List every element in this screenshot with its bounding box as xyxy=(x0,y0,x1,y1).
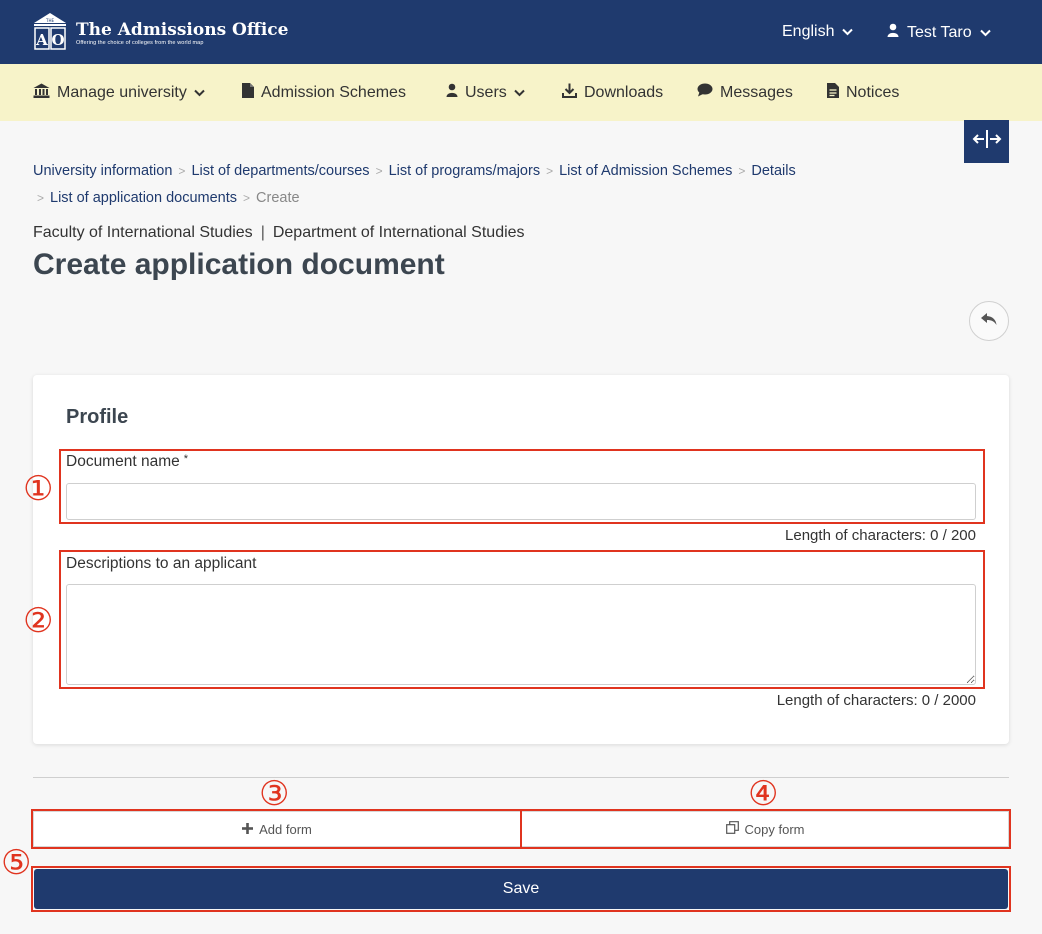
divider xyxy=(33,777,1009,778)
svg-text:O: O xyxy=(51,31,64,49)
save-button[interactable]: Save xyxy=(34,869,1008,909)
page-title: Create application document xyxy=(33,248,445,281)
breadcrumb-item[interactable]: List of Admission Schemes xyxy=(559,163,732,179)
nav-notices[interactable]: Notices xyxy=(827,83,899,103)
user-icon xyxy=(887,23,899,42)
breadcrumb-separator: > xyxy=(375,164,383,178)
horizontal-resize-icon xyxy=(972,129,1002,154)
nav-messages[interactable]: Messages xyxy=(697,83,793,102)
description-textarea[interactable] xyxy=(66,584,976,685)
download-icon xyxy=(562,83,577,103)
chevron-down-icon xyxy=(842,23,854,41)
breadcrumb-separator: > xyxy=(178,164,186,178)
copy-form-button[interactable]: Copy form xyxy=(521,811,1009,847)
back-button[interactable] xyxy=(969,301,1009,341)
breadcrumb-current: Create xyxy=(256,190,300,206)
org-context: Faculty of International Studies | Departm… xyxy=(33,224,525,242)
breadcrumb-item[interactable]: List of programs/majors xyxy=(389,163,541,179)
document-name-label: Document name * xyxy=(66,453,188,471)
document-name-counter: Length of characters: 0 / 200 xyxy=(785,527,976,544)
user-icon xyxy=(446,83,458,102)
department-name: Department of International Studies xyxy=(272,224,525,241)
app-tagline: Offering the choice of colleges from the… xyxy=(76,40,204,46)
svg-text:THE: THE xyxy=(45,18,54,23)
nav-label: Admission Schemes xyxy=(261,84,406,101)
description-counter: Length of characters: 0 / 2000 xyxy=(776,692,976,709)
breadcrumb-separator: > xyxy=(37,191,45,205)
reply-arrow-icon xyxy=(980,312,998,331)
chevron-down-icon xyxy=(514,84,525,102)
faculty-name: Faculty of International Studies xyxy=(33,224,253,241)
expand-width-button[interactable] xyxy=(964,120,1009,163)
language-dropdown[interactable]: English xyxy=(782,23,854,41)
document-name-input[interactable] xyxy=(66,483,976,520)
annotation-marker-2: ② xyxy=(23,601,54,641)
context-separator: | xyxy=(260,224,265,241)
user-name: Test Taro xyxy=(907,23,972,41)
nav-downloads[interactable]: Downloads xyxy=(562,83,663,103)
breadcrumb-item[interactable]: List of application documents xyxy=(50,190,237,206)
chat-icon xyxy=(697,83,713,102)
breadcrumb-item[interactable]: List of departments/courses xyxy=(191,163,369,179)
notice-icon xyxy=(827,83,839,103)
required-mark: * xyxy=(183,453,189,465)
copy-form-label: Copy form xyxy=(744,821,805,837)
section-title: Profile xyxy=(66,406,129,428)
nav-manage-university[interactable]: Manage university xyxy=(33,83,205,103)
breadcrumb-item[interactable]: Details xyxy=(751,163,795,179)
top-header: A O THE The Admissions Office Offering t… xyxy=(0,0,1042,64)
description-label: Descriptions to an applicant xyxy=(66,555,257,572)
user-menu[interactable]: Test Taro xyxy=(887,23,991,42)
label-text: Document name xyxy=(66,453,180,470)
add-form-label: Add form xyxy=(259,821,312,837)
main-nav: Manage university Admission Schemes User… xyxy=(0,64,1042,121)
breadcrumb-separator: > xyxy=(243,191,251,205)
nav-label: Notices xyxy=(846,84,900,101)
nav-label: Downloads xyxy=(584,84,664,101)
annotation-marker-4: ④ xyxy=(748,774,779,814)
nav-users[interactable]: Users xyxy=(446,83,525,102)
plus-icon xyxy=(242,822,254,837)
nav-label: Messages xyxy=(720,83,793,101)
app-title[interactable]: The Admissions Office xyxy=(76,20,288,40)
add-form-button[interactable]: Add form xyxy=(33,811,521,847)
nav-admission-schemes[interactable]: Admission Schemes xyxy=(242,83,406,103)
breadcrumb-separator: > xyxy=(546,164,554,178)
document-icon xyxy=(242,83,254,103)
nav-label: Users xyxy=(465,83,507,101)
breadcrumb-item[interactable]: University information xyxy=(33,163,172,179)
annotation-marker-3: ③ xyxy=(259,774,290,814)
language-label: English xyxy=(782,23,835,40)
annotation-marker-5: ⑤ xyxy=(1,843,32,883)
breadcrumb-separator: > xyxy=(738,164,746,178)
svg-text:A: A xyxy=(35,31,48,49)
annotation-marker-1: ① xyxy=(23,469,54,509)
nav-label: Manage university xyxy=(57,84,187,101)
university-icon xyxy=(33,83,50,103)
chevron-down-icon xyxy=(194,84,205,102)
copy-icon xyxy=(725,821,739,837)
logo-icon[interactable]: A O THE xyxy=(32,11,68,51)
breadcrumb: University information > List of departmen… xyxy=(33,158,853,212)
chevron-down-icon xyxy=(979,24,991,42)
